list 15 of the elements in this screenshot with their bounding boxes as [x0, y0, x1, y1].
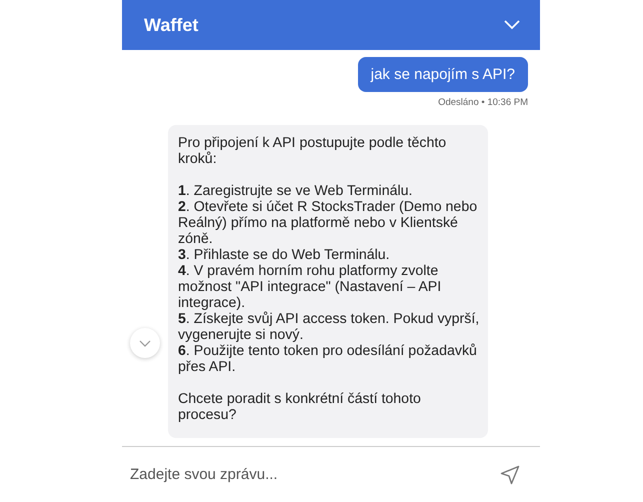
send-icon[interactable] [500, 464, 520, 484]
step-text: 5. Získejte svůj API access token. Pokud vyprší, vygenerujte si nový. [178, 311, 480, 343]
step-text: 1. Zaregistrujte se ve Web Terminálu. [178, 183, 414, 199]
step-text: 2. Otevřete si účet R StocksTrader (Demo nebo Reálný) přímo na platformě nebo v Klientské zóně. [178, 199, 478, 247]
collapse-icon[interactable] [504, 20, 520, 30]
message-status: Odesláno • 10:36 PM [438, 97, 528, 108]
step-text: 6. Použijte tento token pro odesílání požadavků přes API. [178, 343, 478, 375]
message-text: Chcete poradit s konkrétní částí tohoto procesu? [178, 391, 422, 423]
message-input[interactable]: Zadejte svou zprávu... [128, 465, 500, 484]
chevron-down-icon [139, 340, 151, 346]
message-text: Pro připojení k API postupujte podle těchto kroků: [178, 135, 448, 167]
step-text: 4. V pravém horním rohu platformy zvolte možnost "API integrace" (Nastavení – API integrace). [178, 263, 442, 311]
user-message: jak se napojím s API? [358, 57, 528, 92]
chat-title: Waffet [144, 14, 198, 36]
step-text: 3. Přihlaste se do Web Terminálu. [178, 247, 391, 263]
